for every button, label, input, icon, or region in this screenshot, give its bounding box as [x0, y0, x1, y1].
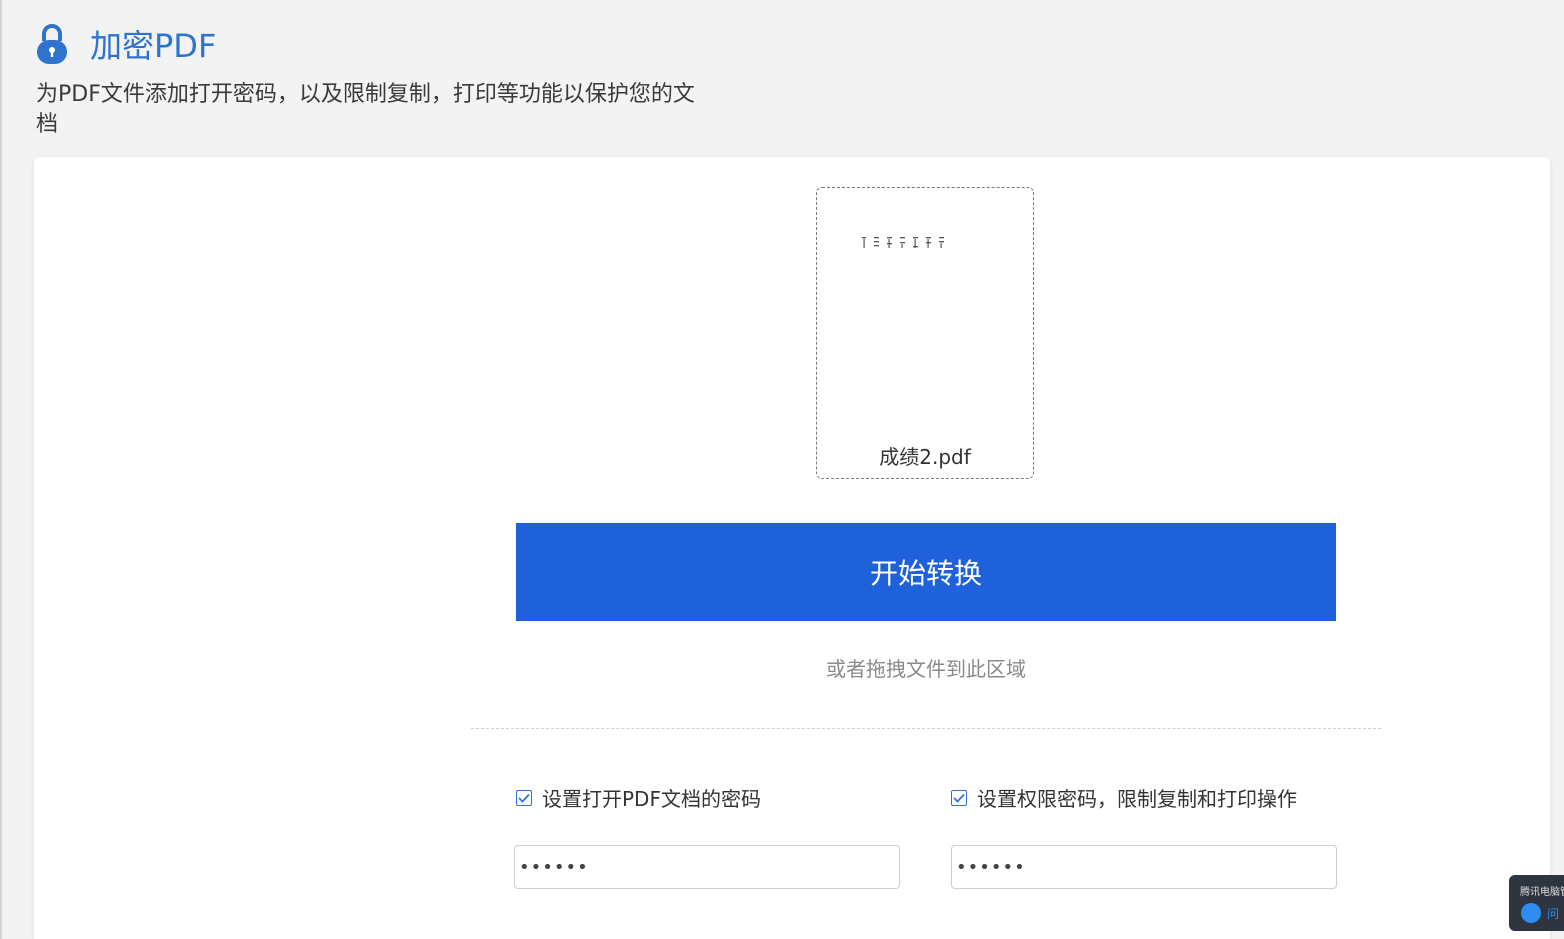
start-convert-button[interactable]: 开始转换	[516, 523, 1336, 621]
widget-title: 腾讯电脑管	[1520, 887, 1564, 898]
drag-drop-hint: 或者拖拽文件到此区域	[826, 657, 1026, 681]
lock-icon	[37, 24, 67, 64]
divider	[471, 728, 1381, 729]
file-thumbnail[interactable]: 成绩2.pdf	[816, 187, 1034, 479]
app-page: 加密PDF 为PDF文件添加打开密码，以及限制复制，打印等功能以保护您的文档 成…	[0, 0, 1564, 939]
checkmark-icon	[953, 793, 965, 803]
header: 加密PDF 为PDF文件添加打开密码，以及限制复制，打印等功能以保护您的文档	[36, 22, 736, 140]
permission-password-label: 设置权限密码，限制复制和打印操作	[977, 787, 1297, 811]
permission-password-option[interactable]: 设置权限密码，限制复制和打印操作	[951, 783, 1297, 812]
assistant-widget[interactable]: 腾讯电脑管 问	[1509, 875, 1564, 931]
open-password-input[interactable]	[514, 845, 900, 889]
open-password-checkbox[interactable]	[516, 789, 532, 806]
page-subtitle: 为PDF文件添加打开密码，以及限制复制，打印等功能以保护您的文档	[36, 82, 695, 137]
file-name: 成绩2.pdf	[879, 445, 971, 469]
open-password-option[interactable]: 设置打开PDF文档的密码	[516, 783, 761, 812]
checkmark-icon	[518, 793, 530, 803]
permission-password-input[interactable]	[951, 845, 1337, 889]
widget-ask-label: 问	[1547, 906, 1560, 921]
page-title: 加密PDF	[90, 27, 217, 65]
widget-ask[interactable]: 问	[1521, 903, 1559, 923]
permission-password-checkbox[interactable]	[951, 789, 967, 806]
chat-bot-icon	[1521, 903, 1541, 923]
open-password-label: 设置打开PDF文档的密码	[542, 787, 761, 811]
file-preview-image	[862, 237, 944, 248]
upload-card: 成绩2.pdf 开始转换 或者拖拽文件到此区域 设置打开PDF文档的密码 设置权…	[34, 157, 1550, 939]
title-row: 加密PDF	[36, 22, 736, 66]
